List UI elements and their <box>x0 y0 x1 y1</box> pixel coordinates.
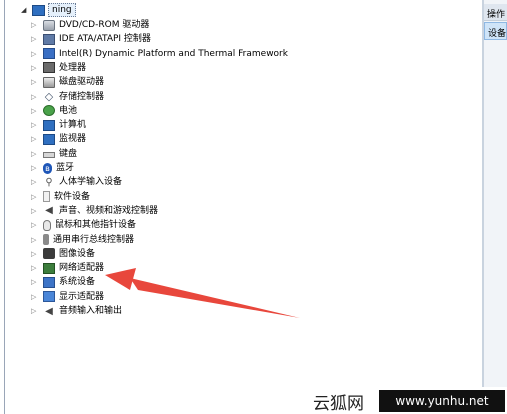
watermark-url: www.yunhu.net <box>379 390 505 412</box>
arrow-shaft <box>130 278 300 318</box>
device-manager-window: ◢ ning ▷ DVD/CD-ROM 驱动器 ▷ IDE ATA/ATAPI 控制器… <box>0 0 507 414</box>
watermark: 云狐网 www.yunhu.net <box>309 387 507 414</box>
arrow-head <box>105 268 136 290</box>
watermark-site-name: 云狐网 <box>313 394 364 414</box>
red-arrow-annotation <box>105 268 300 318</box>
